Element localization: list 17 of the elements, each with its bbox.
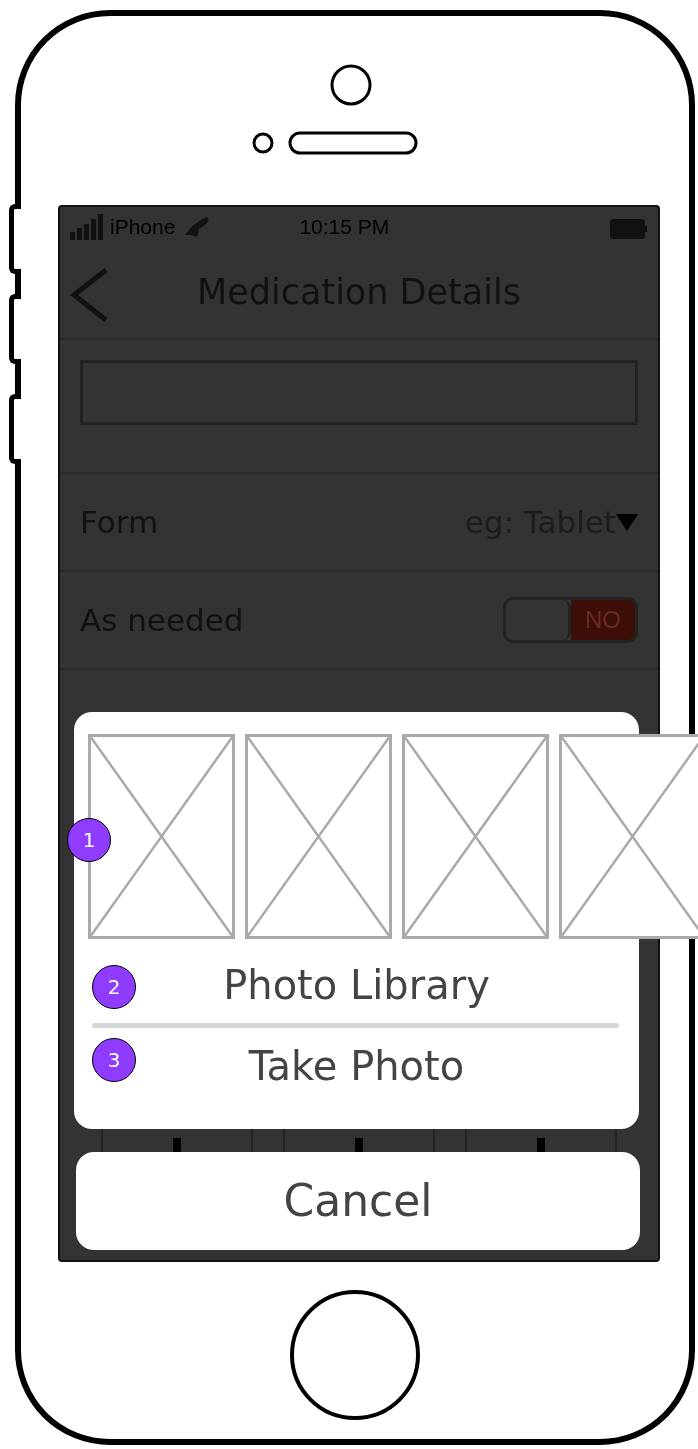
dropdown-caret-icon xyxy=(616,512,638,532)
step-marker: 1 xyxy=(67,818,111,862)
step-marker: 3 xyxy=(92,1038,136,1082)
signal-icon xyxy=(70,214,106,240)
image-placeholder[interactable] xyxy=(245,734,392,939)
sensor-icon xyxy=(252,132,274,154)
image-placeholder[interactable] xyxy=(559,734,698,939)
step-marker: 2 xyxy=(92,965,136,1009)
back-icon[interactable] xyxy=(68,267,110,323)
image-placeholder[interactable] xyxy=(402,734,549,939)
camera-icon xyxy=(329,63,373,107)
speaker-icon xyxy=(288,131,418,155)
action-option[interactable]: Photo Library xyxy=(223,955,490,1015)
home-button[interactable] xyxy=(290,1290,420,1420)
cancel-button[interactable]: Cancel xyxy=(76,1152,640,1250)
action-option[interactable]: Take Photo xyxy=(248,1036,465,1096)
battery-icon xyxy=(610,217,648,240)
